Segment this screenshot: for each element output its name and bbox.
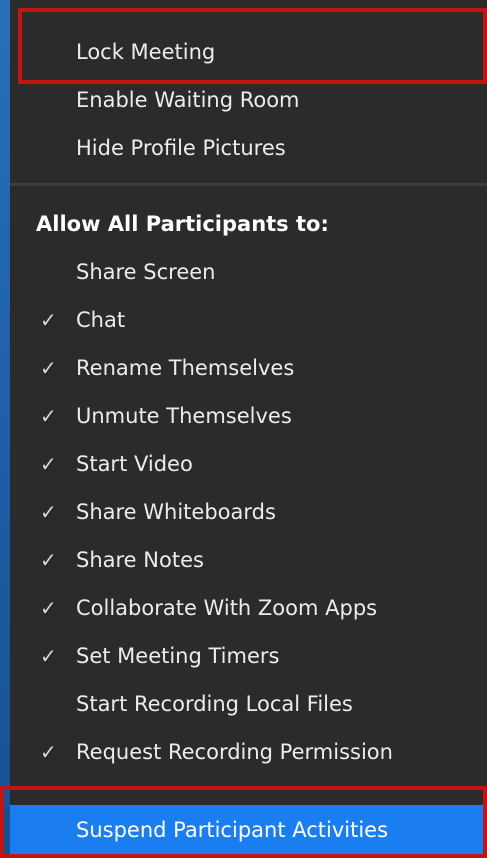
menu-item-rename-themselves[interactable]: ✓ Rename Themselves (10, 344, 487, 392)
menu-item-label: Set Meeting Timers (76, 644, 280, 668)
menu-item-label: Lock Meeting (76, 40, 216, 64)
menu-item-label: Request Recording Permission (76, 740, 393, 764)
checkmark-icon: ✓ (40, 500, 57, 524)
checkmark-icon: ✓ (40, 308, 57, 332)
menu-item-label: Hide Profile Pictures (76, 136, 286, 160)
menu-item-hide-profile-pictures[interactable]: Hide Profile Pictures (10, 124, 487, 172)
menu-item-set-meeting-timers[interactable]: ✓ Set Meeting Timers (10, 632, 487, 680)
menu-item-share-notes[interactable]: ✓ Share Notes (10, 536, 487, 584)
more-security-menu: Lock Meeting Enable Waiting Room Hide Pr… (10, 0, 487, 858)
menu-item-label: Start Video (76, 452, 193, 476)
menu-item-label: Share Whiteboards (76, 500, 276, 524)
menu-divider (10, 183, 487, 186)
menu-item-label: Share Screen (76, 260, 216, 284)
desktop-background (0, 0, 10, 858)
section-header-allow-all-participants: Allow All Participants to: (10, 200, 487, 248)
menu-item-chat[interactable]: ✓ Chat (10, 296, 487, 344)
menu-item-share-whiteboards[interactable]: ✓ Share Whiteboards (10, 488, 487, 536)
section-header-label: Allow All Participants to: (36, 212, 329, 236)
checkmark-icon: ✓ (40, 404, 57, 428)
menu-item-enable-waiting-room[interactable]: Enable Waiting Room (10, 76, 487, 124)
menu-item-request-recording-permission[interactable]: ✓ Request Recording Permission (10, 728, 487, 776)
menu-item-lock-meeting[interactable]: Lock Meeting (10, 28, 487, 76)
menu-item-start-recording-local-files[interactable]: Start Recording Local Files (10, 680, 487, 728)
menu-item-label: Chat (76, 308, 126, 332)
menu-item-suspend-participant-activities[interactable]: Suspend Participant Activities (10, 805, 487, 855)
menu-item-collaborate-with-zoom-apps[interactable]: ✓ Collaborate With Zoom Apps (10, 584, 487, 632)
menu-item-label: Share Notes (76, 548, 204, 572)
menu-item-label: Collaborate With Zoom Apps (76, 596, 378, 620)
menu-item-label: Rename Themselves (76, 356, 295, 380)
menu-item-unmute-themselves[interactable]: ✓ Unmute Themselves (10, 392, 487, 440)
checkmark-icon: ✓ (40, 548, 57, 572)
checkmark-icon: ✓ (40, 644, 57, 668)
menu-item-share-screen[interactable]: Share Screen (10, 248, 487, 296)
menu-item-start-video[interactable]: ✓ Start Video (10, 440, 487, 488)
menu-item-label: Unmute Themselves (76, 404, 292, 428)
screen: Lock Meeting Enable Waiting Room Hide Pr… (0, 0, 487, 858)
menu-item-label: Suspend Participant Activities (76, 818, 389, 842)
menu-item-label: Enable Waiting Room (76, 88, 300, 112)
checkmark-icon: ✓ (40, 452, 57, 476)
checkmark-icon: ✓ (40, 596, 57, 620)
checkmark-icon: ✓ (40, 356, 57, 380)
checkmark-icon: ✓ (40, 740, 57, 764)
menu-item-label: Start Recording Local Files (76, 692, 353, 716)
